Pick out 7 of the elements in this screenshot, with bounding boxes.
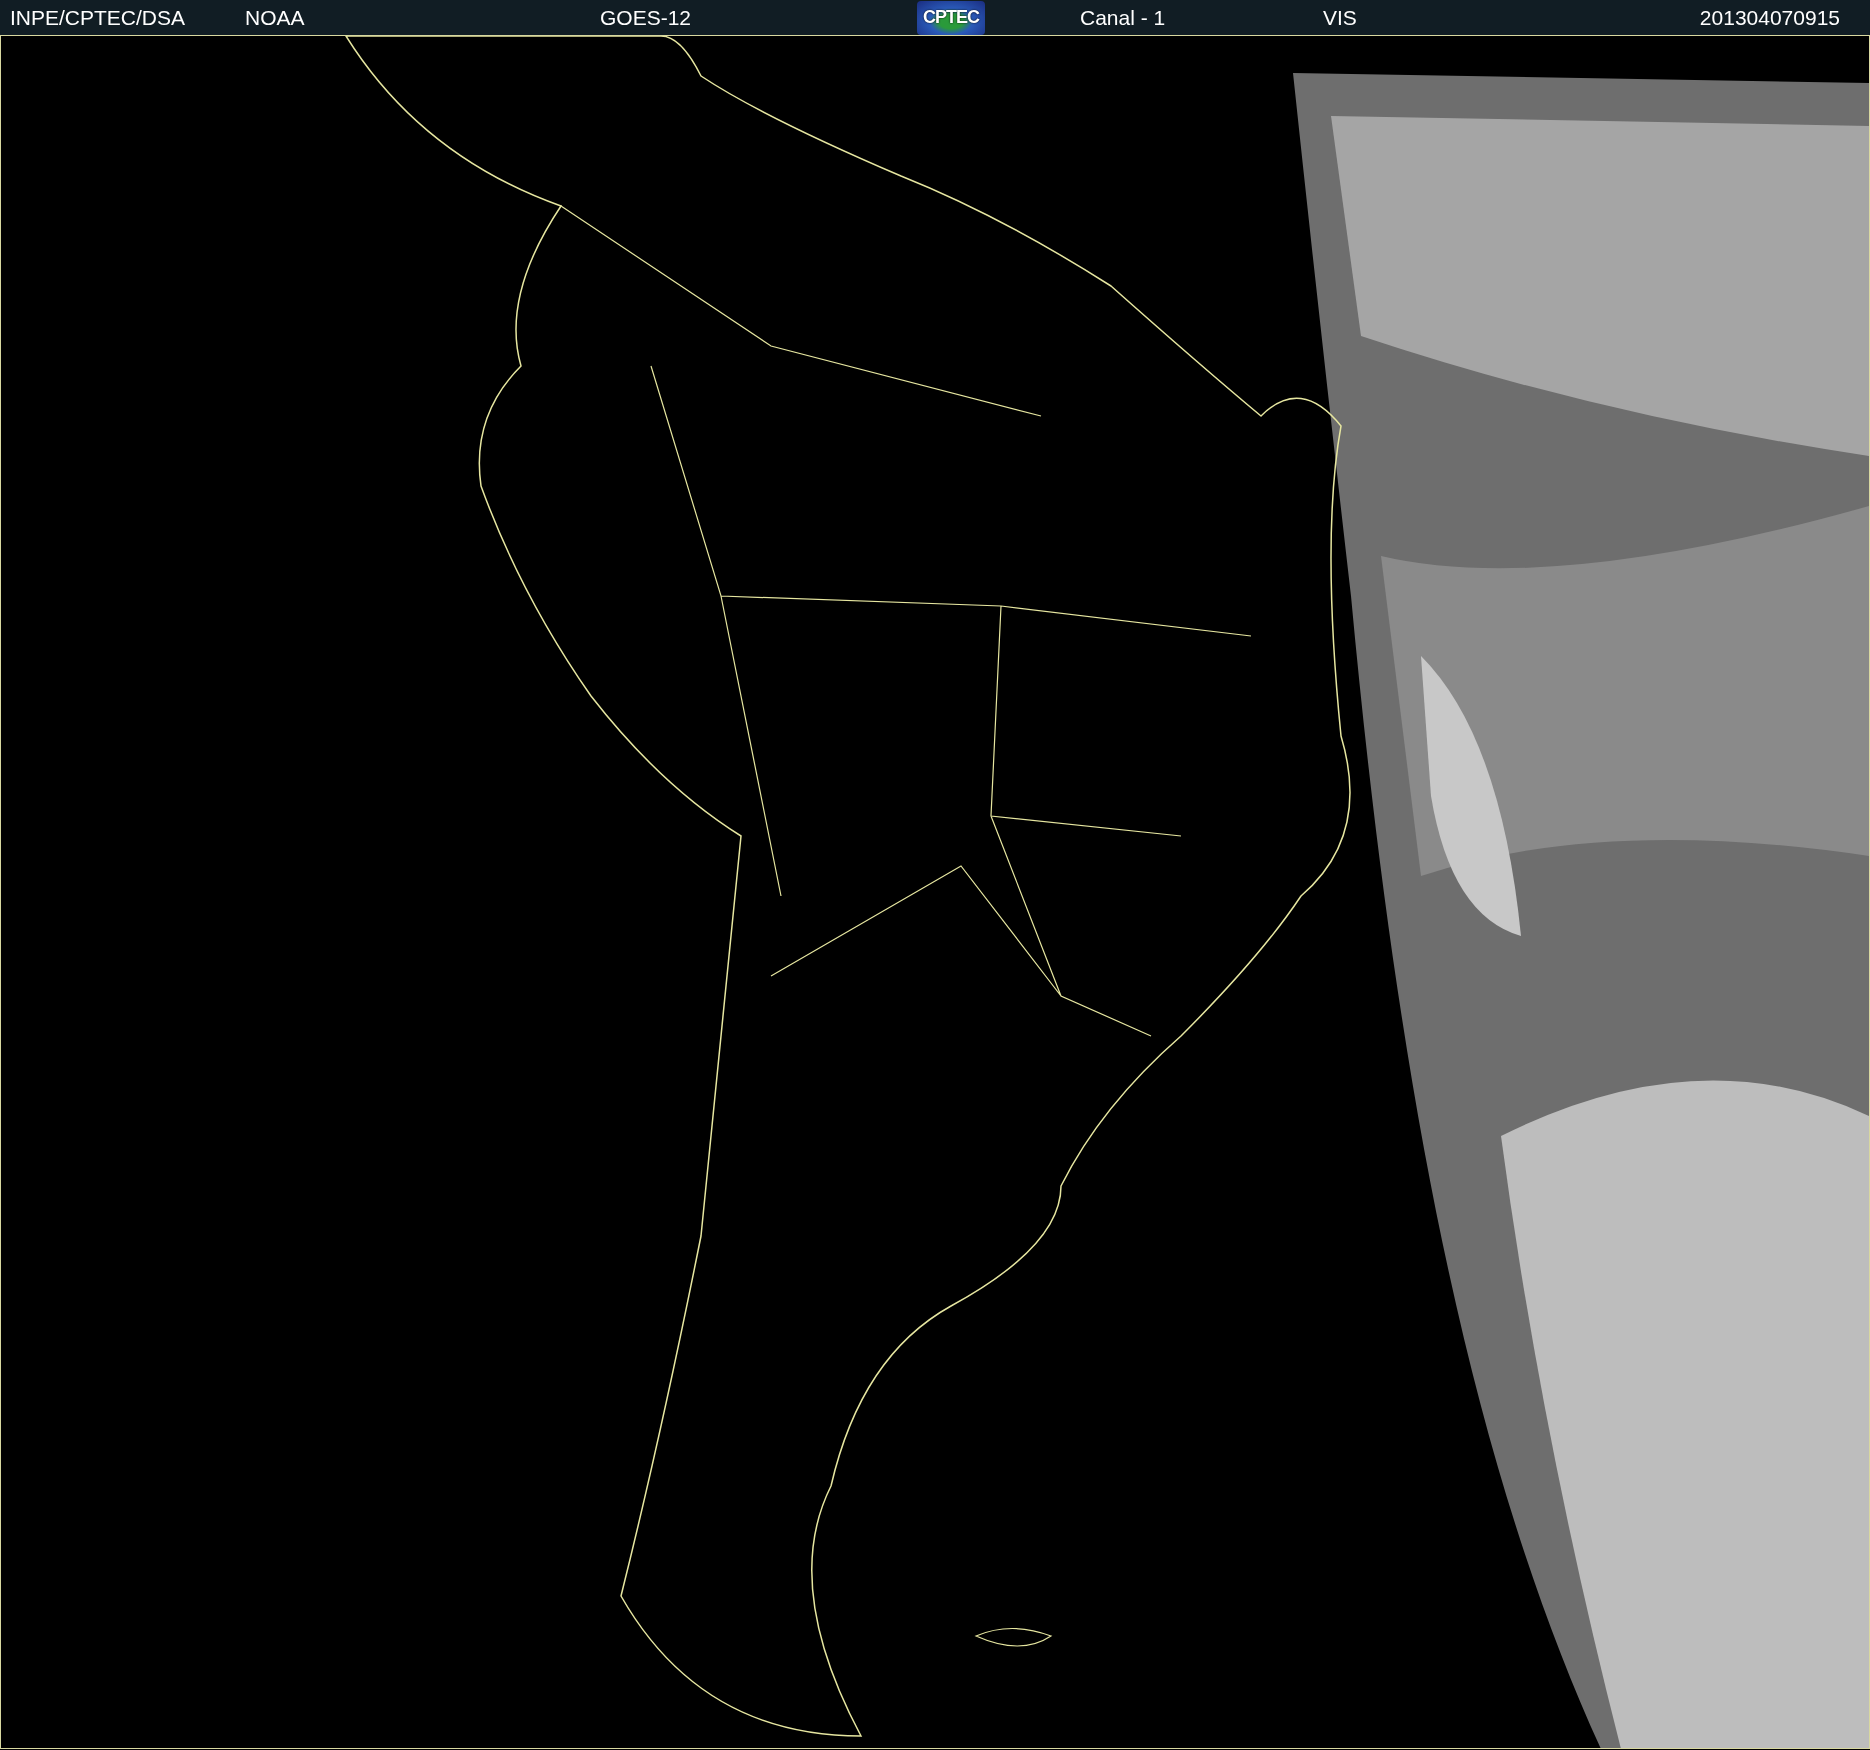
- channel-label: Canal - 1: [1080, 4, 1167, 31]
- satellite-label: GOES-12: [600, 4, 693, 31]
- band-label: VIS: [1323, 4, 1358, 31]
- logo: CPTEC: [917, 0, 985, 35]
- agency-label: NOAA: [245, 4, 306, 31]
- timestamp-label: 201304070915: [1699, 4, 1840, 31]
- agency-label: INPE/CPTEC/DSA: [10, 4, 187, 31]
